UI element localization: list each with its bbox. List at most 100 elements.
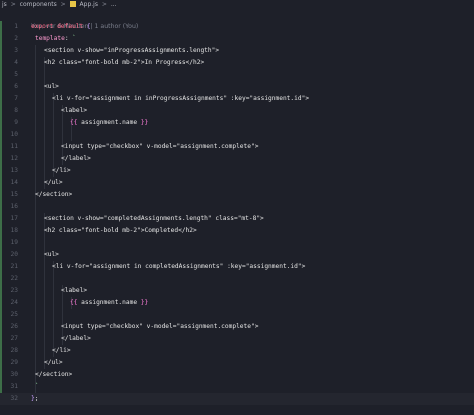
code-token: <li v-for="assignment in completedAssign… bbox=[52, 263, 306, 270]
indent-guide bbox=[35, 249, 36, 261]
code-text: </label> bbox=[61, 333, 91, 345]
code-editor[interactable]: You, vor 6 Minuten | 1 author (You) 1 exp… bbox=[0, 9, 474, 415]
code-text: <ul> bbox=[44, 249, 59, 261]
line-number: 1 bbox=[14, 23, 18, 30]
indent-guide bbox=[35, 297, 36, 309]
code-token: ` bbox=[35, 383, 39, 390]
code-line[interactable]: 32}; bbox=[0, 393, 474, 405]
indent-guide bbox=[35, 285, 36, 297]
code-line[interactable]: 14 </ul> bbox=[0, 177, 474, 189]
code-token: <h2 class="font-bold mb-2">In Progress</… bbox=[44, 59, 205, 66]
code-line[interactable]: 7 <li v-for="assignment in inProgressAssi… bbox=[0, 93, 474, 105]
code-line[interactable]: 13 </li> bbox=[0, 165, 474, 177]
code-line[interactable]: 21 <li v-for="assignment in completedAssi… bbox=[0, 261, 474, 273]
code-line[interactable]: 20 <ul> bbox=[0, 249, 474, 261]
code-text: </li> bbox=[52, 165, 71, 177]
code-line[interactable]: 30 </section> bbox=[0, 369, 474, 381]
breadcrumb-item-file[interactable]: App.js bbox=[80, 1, 98, 8]
breadcrumb-item-components[interactable]: components bbox=[20, 1, 57, 8]
code-line[interactable]: 25 bbox=[0, 309, 474, 321]
indent-guide bbox=[44, 105, 45, 117]
code-line[interactable]: 6 <ul> bbox=[0, 81, 474, 93]
code-token: assignment.name bbox=[77, 299, 141, 306]
indent-guide bbox=[35, 321, 36, 333]
code-line[interactable]: 18 <h2 class="font-bold mb-2">Completed</… bbox=[0, 225, 474, 237]
indent-guide bbox=[35, 129, 36, 141]
indent-guide bbox=[71, 129, 72, 141]
indent-guide bbox=[35, 141, 36, 153]
line-number: 30 bbox=[10, 371, 18, 378]
code-token: </ul> bbox=[44, 179, 63, 186]
line-number: 32 bbox=[10, 395, 18, 402]
code-token: template bbox=[35, 35, 65, 42]
code-token: </label> bbox=[61, 335, 91, 342]
code-text: <input type="checkbox" v-model="assignme… bbox=[61, 141, 258, 153]
code-line[interactable]: 3 <section v-show="inProgressAssignments.… bbox=[0, 45, 474, 57]
line-number: 19 bbox=[10, 239, 18, 246]
code-text: <h2 class="font-bold mb-2">In Progress</… bbox=[44, 57, 204, 69]
code-line[interactable]: 22 bbox=[0, 273, 474, 285]
line-number: 25 bbox=[10, 311, 18, 318]
code-line[interactable]: 24 {{ assignment.name }} bbox=[0, 297, 474, 309]
indent-guide bbox=[35, 45, 36, 57]
indent-guide bbox=[35, 105, 36, 117]
indent-guide bbox=[44, 117, 45, 129]
code-line[interactable]: 4 <h2 class="font-bold mb-2">In Progress<… bbox=[0, 57, 474, 69]
line-number: 7 bbox=[14, 95, 18, 102]
breadcrumb-separator: > bbox=[60, 1, 66, 8]
code-text: export default { bbox=[31, 21, 91, 33]
code-token: <h2 class="font-bold mb-2">Completed</h2… bbox=[44, 227, 197, 234]
line-number: 16 bbox=[10, 203, 18, 210]
code-line[interactable]: 11 <input type="checkbox" v-model="assign… bbox=[0, 141, 474, 153]
code-line[interactable]: 12 </label> bbox=[0, 153, 474, 165]
indent-guide bbox=[44, 309, 45, 321]
code-text: </section> bbox=[35, 369, 72, 381]
code-token: <ul> bbox=[44, 83, 59, 90]
codelens-blame[interactable]: You, vor 6 Minuten | 1 author (You) bbox=[0, 9, 474, 30]
indent-guide bbox=[35, 69, 36, 81]
code-line[interactable]: 27 </label> bbox=[0, 333, 474, 345]
code-line[interactable]: 2 template: ` bbox=[0, 33, 474, 45]
code-line[interactable]: 23 <label> bbox=[0, 285, 474, 297]
line-number: 5 bbox=[14, 71, 18, 78]
code-text: <label> bbox=[61, 105, 87, 117]
code-line[interactable]: 8 <label> bbox=[0, 105, 474, 117]
code-text: <label> bbox=[61, 285, 87, 297]
indent-guide bbox=[44, 285, 45, 297]
indent-guide bbox=[35, 213, 36, 225]
indent-guide bbox=[62, 129, 63, 141]
code-line[interactable]: 16 bbox=[0, 201, 474, 213]
code-line[interactable]: 28 </li> bbox=[0, 345, 474, 357]
code-line[interactable]: 9 {{ assignment.name }} bbox=[0, 117, 474, 129]
indent-guide bbox=[62, 297, 63, 309]
line-number: 22 bbox=[10, 275, 18, 282]
code-token: <input type="checkbox" v-model="assignme… bbox=[61, 143, 259, 150]
breadcrumb-item-js[interactable]: js bbox=[2, 1, 7, 8]
code-token: }} bbox=[140, 119, 149, 126]
indent-guide bbox=[35, 117, 36, 129]
line-number: 28 bbox=[10, 347, 18, 354]
indent-guide bbox=[35, 225, 36, 237]
code-line[interactable]: 26 <input type="checkbox" v-model="assign… bbox=[0, 321, 474, 333]
indent-guide bbox=[44, 273, 45, 285]
code-text: {{ assignment.name }} bbox=[70, 117, 148, 129]
indent-guide bbox=[62, 309, 63, 321]
breadcrumb-separator: > bbox=[10, 1, 16, 8]
line-number: 26 bbox=[10, 323, 18, 330]
code-line[interactable]: 10 bbox=[0, 129, 474, 141]
breadcrumb: js > components > App.js > ... bbox=[0, 0, 474, 9]
code-line[interactable]: 29 </ul> bbox=[0, 357, 474, 369]
code-line[interactable]: 5 bbox=[0, 69, 474, 81]
code-text: ` bbox=[35, 381, 39, 393]
indent-guide bbox=[44, 333, 45, 345]
indent-guide bbox=[53, 141, 54, 153]
code-line[interactable]: 15 </section> bbox=[0, 189, 474, 201]
indent-guide bbox=[44, 297, 45, 309]
code-line[interactable]: 17 <section v-show="completedAssignments.… bbox=[0, 213, 474, 225]
breadcrumb-item-symbol[interactable]: ... bbox=[111, 1, 117, 8]
indent-guide bbox=[35, 309, 36, 321]
code-line[interactable]: 31 ` bbox=[0, 381, 474, 393]
line-number: 15 bbox=[10, 191, 18, 198]
code-line[interactable]: 1 export default { bbox=[0, 21, 474, 33]
code-line[interactable]: 19 bbox=[0, 237, 474, 249]
